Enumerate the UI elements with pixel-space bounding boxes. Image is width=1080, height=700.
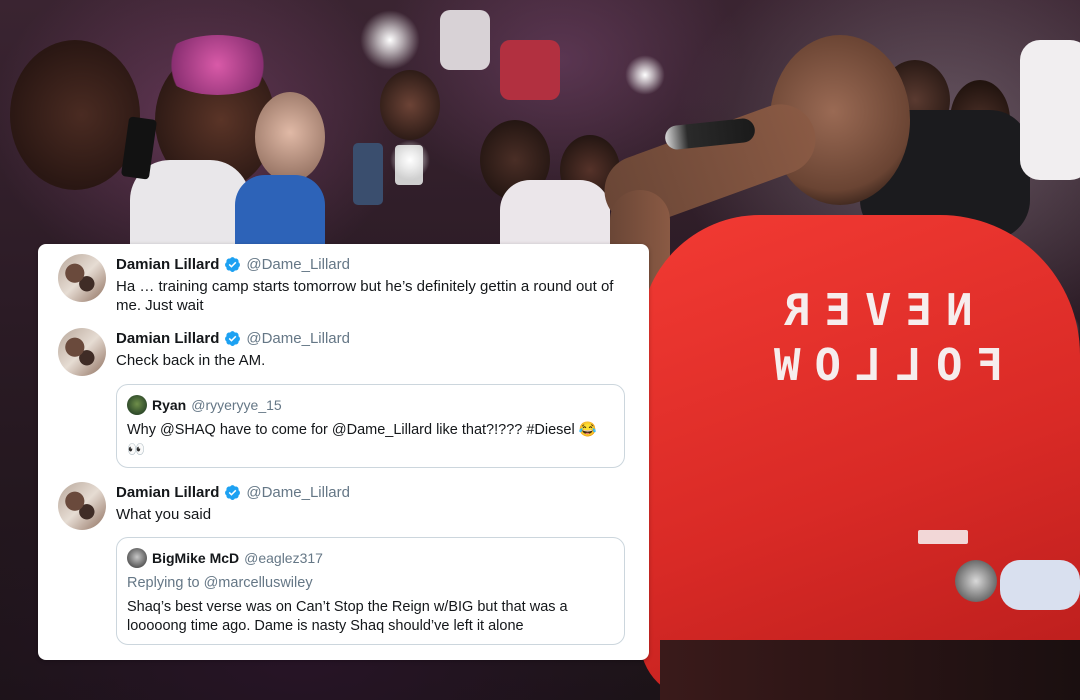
tweet-thread-card: Damian Lillard @Dame_Lillard Ha … traini… — [38, 244, 649, 660]
quote-author-name[interactable]: BigMike McD — [152, 550, 239, 566]
author-name[interactable]: Damian Lillard — [116, 256, 219, 273]
quote-text: Why @SHAQ have to come for @Dame_Lillard… — [127, 422, 597, 438]
tweet-text: Ha … training camp starts tomorrow but h… — [116, 278, 614, 314]
quoted-tweet[interactable]: BigMike McD @eaglez317 Replying to @marc… — [116, 537, 625, 645]
author-handle[interactable]: @Dame_Lillard — [246, 256, 350, 273]
quote-text-emoji: 👀 — [127, 442, 146, 458]
avatar[interactable] — [58, 328, 106, 376]
shirt-text-follow: FOLLOW — [760, 340, 1003, 391]
quoted-tweet[interactable]: Ryan @ryyeryye_15 Why @SHAQ have to come… — [116, 384, 625, 468]
replying-to-link[interactable]: @marcelluswiley — [204, 575, 313, 591]
quote-author-handle[interactable]: @ryyeryye_15 — [191, 397, 281, 413]
author-name[interactable]: Damian Lillard — [116, 330, 219, 347]
verified-badge-icon — [225, 484, 241, 500]
quote-author-handle[interactable]: @eaglez317 — [244, 550, 323, 566]
replying-to-prefix: Replying to — [127, 575, 200, 591]
quote-text: Shaq’s best verse was on Can’t Stop the … — [127, 599, 568, 634]
shirt-text-never: NEVER — [770, 285, 973, 336]
avatar[interactable] — [58, 482, 106, 530]
tweet-text: What you said — [116, 506, 212, 523]
quote-avatar[interactable] — [127, 395, 147, 415]
author-handle[interactable]: @Dame_Lillard — [246, 330, 350, 347]
quote-avatar[interactable] — [127, 548, 147, 568]
avatar[interactable] — [58, 254, 106, 302]
author-name[interactable]: Damian Lillard — [116, 484, 219, 501]
verified-badge-icon — [225, 330, 241, 346]
replying-to: Replying to @marcelluswiley — [127, 575, 313, 591]
author-handle[interactable]: @Dame_Lillard — [246, 484, 350, 501]
tweet-text: Check back in the AM. — [116, 352, 266, 369]
verified-badge-icon — [225, 256, 241, 272]
quote-author-name[interactable]: Ryan — [152, 397, 186, 413]
